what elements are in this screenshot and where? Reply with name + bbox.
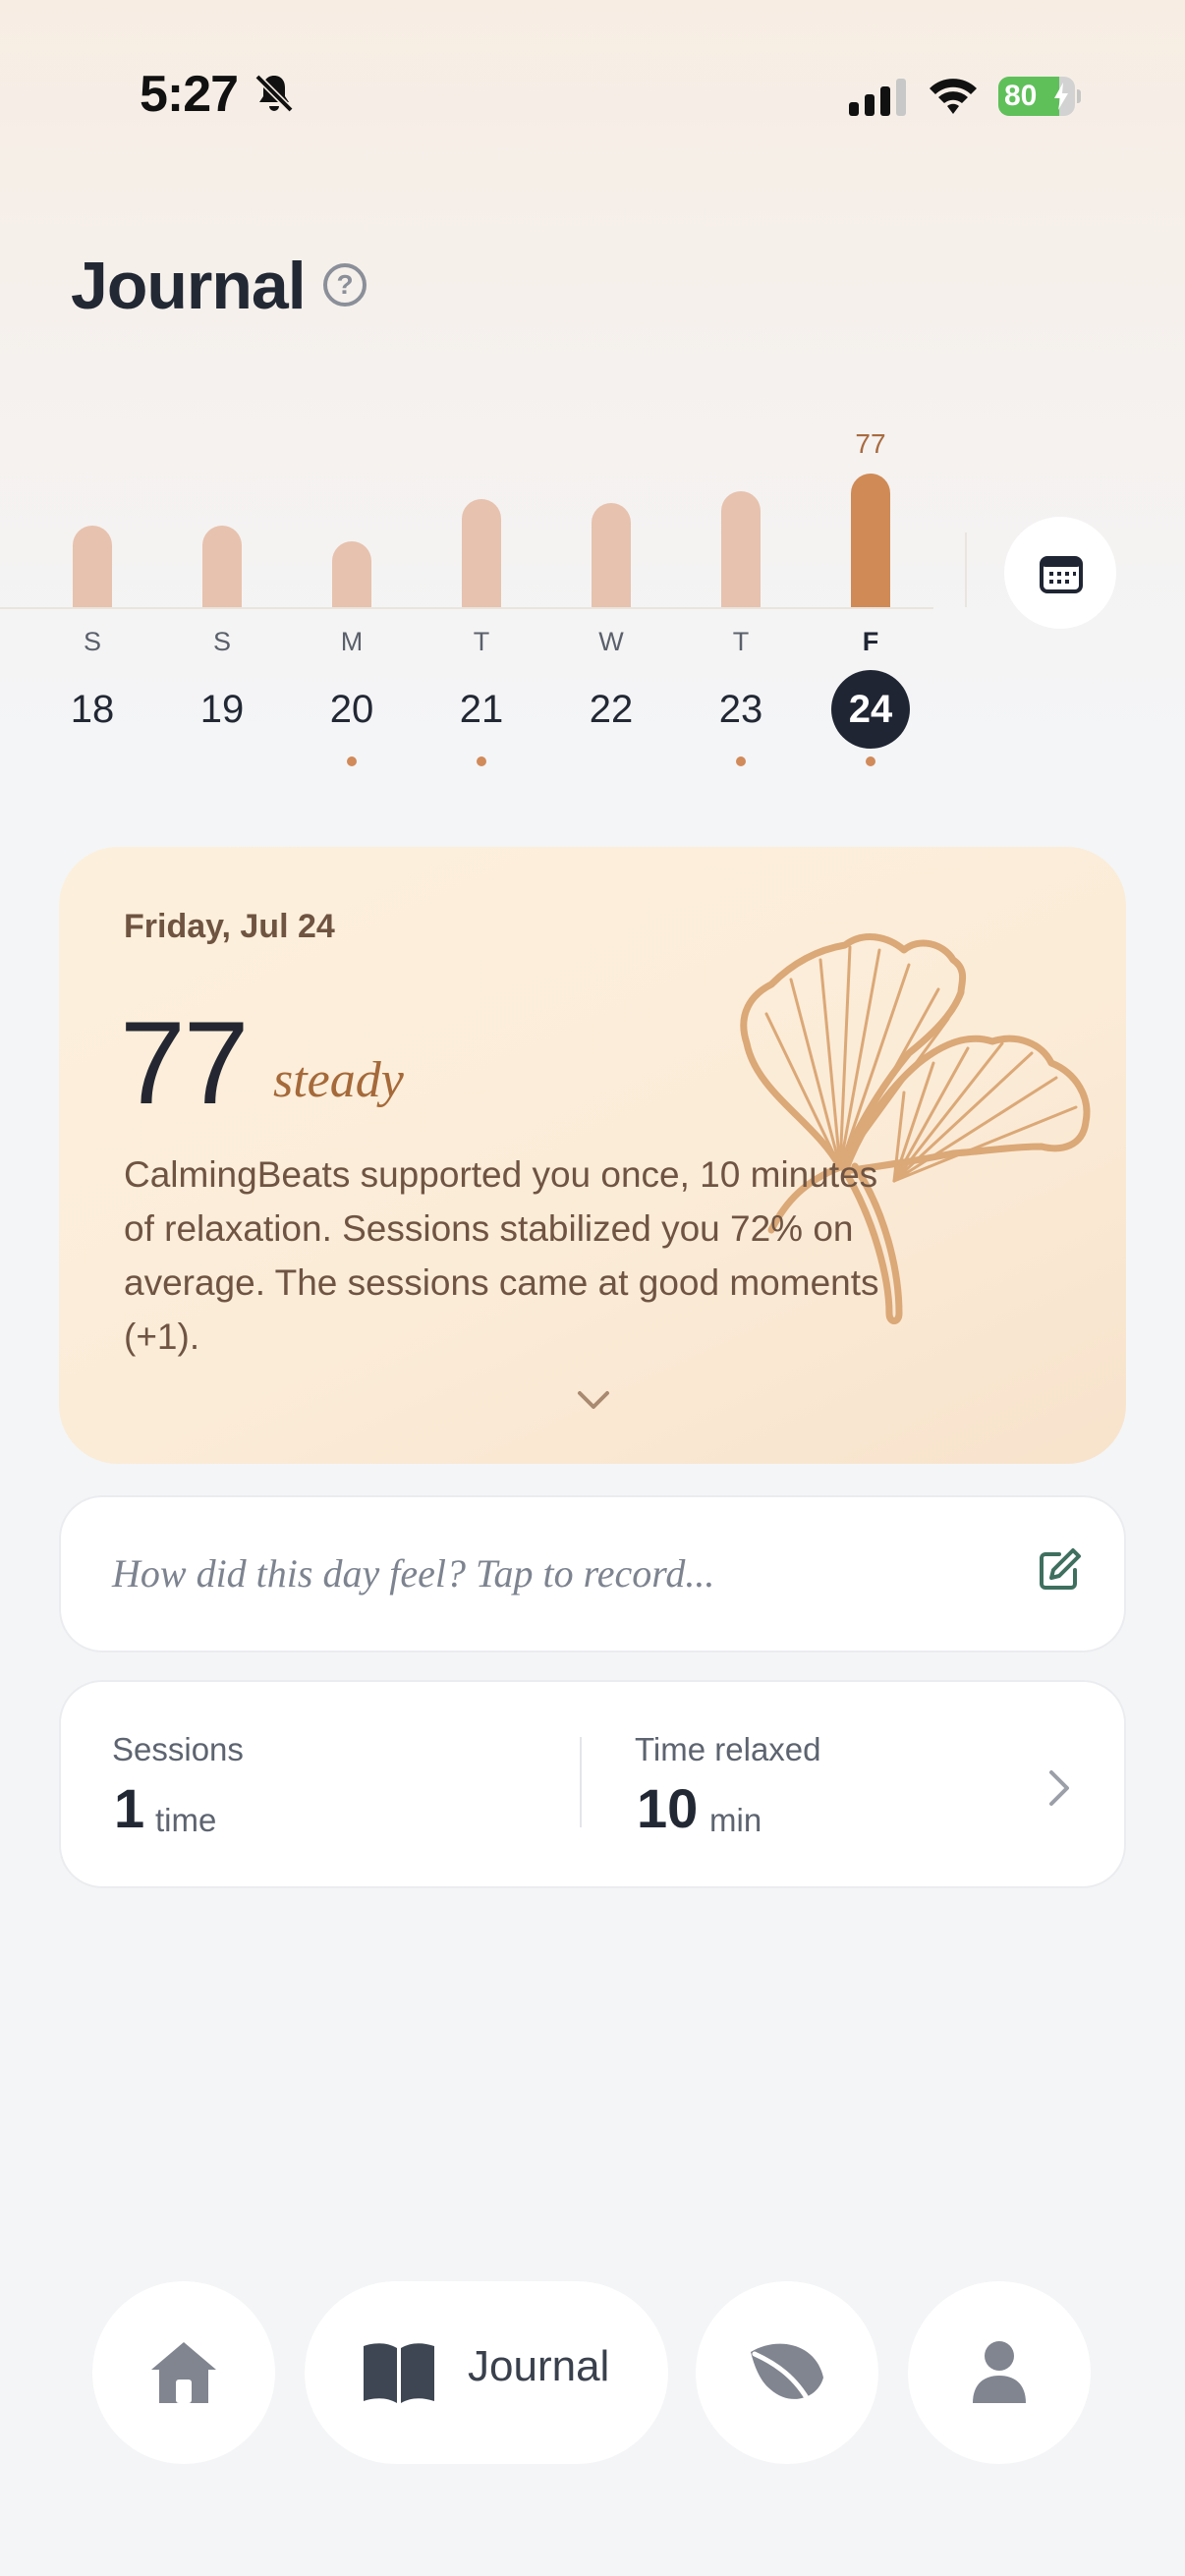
- entry-dot: [736, 756, 746, 766]
- chevron-down-icon[interactable]: [576, 1389, 611, 1413]
- day-summary-card[interactable]: Friday, Jul 24 77 steady CalmingBeats su…: [59, 847, 1126, 1464]
- score-bar: [73, 526, 112, 607]
- summary-mood: steady: [273, 1052, 404, 1108]
- day-letter: F: [862, 627, 879, 656]
- sessions-unit: time: [155, 1802, 217, 1838]
- time-relaxed-label: Time relaxed: [635, 1731, 821, 1767]
- day-number[interactable]: 20: [312, 670, 391, 749]
- edit-icon[interactable]: [1036, 1546, 1083, 1594]
- entry-dot: [866, 756, 875, 766]
- calendar-button[interactable]: [1004, 517, 1116, 629]
- battery-indicator: 80: [998, 77, 1081, 116]
- profile-icon: [973, 2341, 1026, 2403]
- stats-divider: [580, 1737, 582, 1827]
- day-column-19[interactable]: S 19: [183, 422, 261, 796]
- score-bar: [202, 526, 242, 607]
- day-letter: W: [598, 627, 624, 656]
- wifi-icon: [930, 79, 977, 114]
- summary-score: 77: [120, 997, 249, 1129]
- day-number[interactable]: 21: [442, 670, 521, 749]
- summary-text: CalmingBeats supported you once, 10 minu…: [124, 1154, 879, 1357]
- journal-note-input[interactable]: How did this day feel? Tap to record...: [59, 1495, 1126, 1652]
- time-relaxed-value: 10: [637, 1777, 699, 1839]
- day-number[interactable]: 22: [572, 670, 650, 749]
- day-number[interactable]: 23: [702, 670, 780, 749]
- time-relaxed-unit: min: [709, 1802, 762, 1838]
- entry-dot: [347, 756, 357, 766]
- day-letter: S: [83, 627, 101, 656]
- bell-slash-icon: [254, 74, 294, 113]
- nav-home-button[interactable]: [92, 2281, 275, 2464]
- calendar-icon: [1040, 556, 1083, 593]
- leaf-icon: [751, 2343, 823, 2406]
- day-column-23[interactable]: T 23: [702, 422, 780, 796]
- day-letter: M: [340, 627, 364, 656]
- day-column-24[interactable]: 77 F 24: [831, 422, 910, 796]
- day-number[interactable]: 19: [183, 670, 261, 749]
- page-title: Journal: [71, 249, 307, 323]
- note-placeholder: How did this day feel? Tap to record...: [112, 1551, 715, 1596]
- score-bar: [592, 503, 631, 607]
- day-letter: S: [212, 627, 231, 656]
- day-number[interactable]: 24: [831, 670, 910, 749]
- day-column-21[interactable]: T 21: [442, 422, 521, 796]
- score-bar: [332, 541, 371, 607]
- entry-dot: [477, 756, 486, 766]
- score-bar: [851, 474, 890, 607]
- divider: [965, 532, 967, 607]
- nav-leaf-button[interactable]: [696, 2281, 878, 2464]
- sessions-value: 1: [114, 1777, 145, 1839]
- day-number[interactable]: 18: [53, 670, 132, 749]
- selected-score-label: 77: [855, 428, 886, 459]
- day-column-22[interactable]: W 22: [572, 422, 650, 796]
- chevron-right-icon[interactable]: [1047, 1768, 1073, 1808]
- score-bar: [462, 499, 501, 607]
- day-letter: T: [732, 627, 750, 656]
- nav-journal-button[interactable]: Journal: [305, 2281, 668, 2464]
- sessions-label: Sessions: [112, 1731, 244, 1767]
- cellular-signal-icon: [849, 79, 906, 116]
- day-column-20[interactable]: M 20: [312, 422, 391, 796]
- week-score-chart: S 18 S 19 M 20 T 21 W 22 T 23 77 F 24: [0, 422, 943, 796]
- home-icon: [151, 2342, 216, 2403]
- charging-bolt-icon: [1054, 83, 1068, 110]
- nav-journal-label: Journal: [468, 2342, 610, 2390]
- journal-book-icon: [364, 2343, 434, 2403]
- nav-profile-button[interactable]: [908, 2281, 1091, 2464]
- day-letter: T: [473, 627, 490, 656]
- score-bar: [721, 491, 761, 607]
- day-column-18[interactable]: S 18: [53, 422, 132, 796]
- summary-date: Friday, Jul 24: [124, 908, 335, 945]
- status-time: 5:27: [140, 66, 239, 123]
- stats-card[interactable]: Sessions 1 time Time relaxed 10 min: [59, 1680, 1126, 1888]
- help-icon[interactable]: ?: [323, 263, 367, 307]
- status-bar: 5:27 80: [0, 0, 1185, 196]
